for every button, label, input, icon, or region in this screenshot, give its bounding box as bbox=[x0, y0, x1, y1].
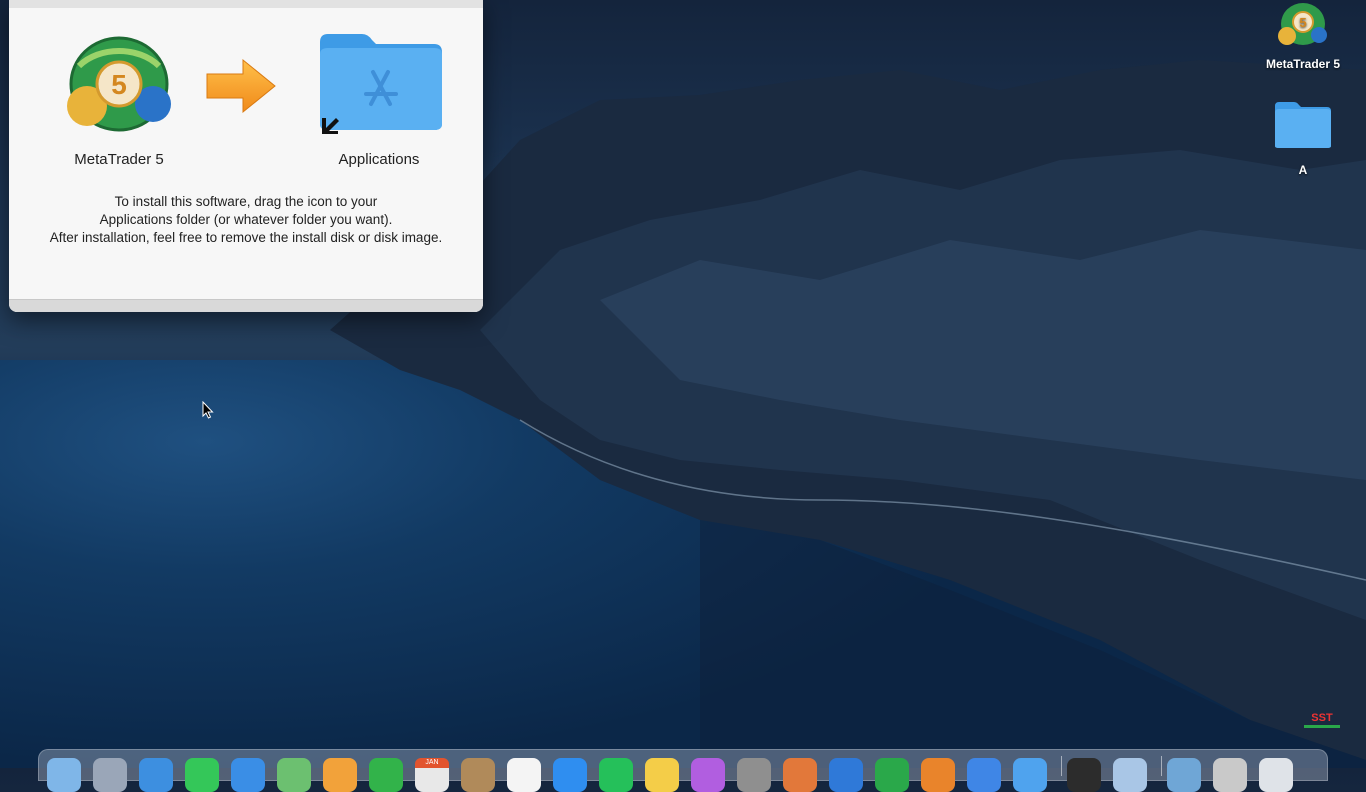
instruction-line: To install this software, drag the icon … bbox=[114, 194, 378, 209]
install-instructions: To install this software, drag the icon … bbox=[9, 193, 483, 247]
whatsapp-icon[interactable] bbox=[599, 758, 633, 792]
watermark-bar bbox=[1304, 725, 1340, 728]
launchpad-icon[interactable] bbox=[93, 758, 127, 792]
instruction-line: Applications folder (or whatever folder … bbox=[99, 212, 393, 227]
facetime-icon[interactable] bbox=[369, 758, 403, 792]
numbers-icon[interactable] bbox=[875, 758, 909, 792]
desktop-icon-folder-a[interactable]: A bbox=[1256, 100, 1350, 177]
instruction-line: After installation, feel free to remove … bbox=[49, 230, 443, 245]
trash-icon[interactable] bbox=[1259, 758, 1293, 792]
metatrader-icon[interactable]: 5 bbox=[59, 26, 179, 134]
window-top-edge bbox=[9, 0, 483, 8]
svg-text:5: 5 bbox=[1299, 15, 1306, 30]
desktop-icon-metatrader[interactable]: 5 MetaTrader 5 bbox=[1256, 0, 1350, 71]
reminders-icon[interactable] bbox=[507, 758, 541, 792]
dock: JAN bbox=[38, 749, 1328, 792]
contacts-icon[interactable] bbox=[461, 758, 495, 792]
metatrader-icon: 5 bbox=[1278, 3, 1327, 45]
folder-label: Applications bbox=[338, 151, 420, 168]
finder-icon[interactable] bbox=[47, 758, 81, 792]
downloads-icon[interactable] bbox=[1167, 758, 1201, 792]
applications-folder-icon[interactable] bbox=[318, 30, 444, 134]
app-store-icon[interactable] bbox=[553, 758, 587, 792]
watermark-text: SST bbox=[1311, 712, 1333, 724]
dock-separator bbox=[1061, 756, 1062, 776]
terminal-icon[interactable] bbox=[1067, 758, 1101, 792]
photos-icon[interactable] bbox=[323, 758, 357, 792]
watermark-logo: SST bbox=[1300, 712, 1344, 734]
calendar-icon[interactable]: JAN bbox=[415, 758, 449, 792]
preview-icon[interactable] bbox=[1113, 758, 1147, 792]
podcasts-icon[interactable] bbox=[691, 758, 725, 792]
app-label: MetaTrader 5 bbox=[74, 151, 164, 168]
installer-window: 5 MetaTrader 5 Applications To install t… bbox=[9, 0, 483, 312]
drag-arrow-icon bbox=[206, 58, 276, 114]
desktop-icon-label: A bbox=[1298, 163, 1308, 177]
utility-icon[interactable] bbox=[1213, 758, 1247, 792]
safari-icon[interactable] bbox=[139, 758, 173, 792]
mouse-cursor-icon bbox=[202, 401, 214, 419]
keynote-icon[interactable] bbox=[967, 758, 1001, 792]
folder-icon bbox=[1275, 102, 1331, 148]
maps-icon[interactable] bbox=[277, 758, 311, 792]
messages-icon[interactable] bbox=[185, 758, 219, 792]
mail-icon[interactable] bbox=[231, 758, 265, 792]
books-icon[interactable] bbox=[783, 758, 817, 792]
xcode-icon[interactable] bbox=[829, 758, 863, 792]
mail-alt-icon[interactable] bbox=[1013, 758, 1047, 792]
desktop-icon-label: MetaTrader 5 bbox=[1265, 57, 1341, 71]
dock-separator bbox=[1161, 756, 1162, 776]
dock-item-label: JAN bbox=[415, 758, 449, 768]
svg-text:5: 5 bbox=[111, 69, 127, 100]
pages-icon[interactable] bbox=[921, 758, 955, 792]
notes-icon[interactable] bbox=[645, 758, 679, 792]
window-scrollbar[interactable] bbox=[9, 299, 483, 312]
system-preferences-icon[interactable] bbox=[737, 758, 771, 792]
